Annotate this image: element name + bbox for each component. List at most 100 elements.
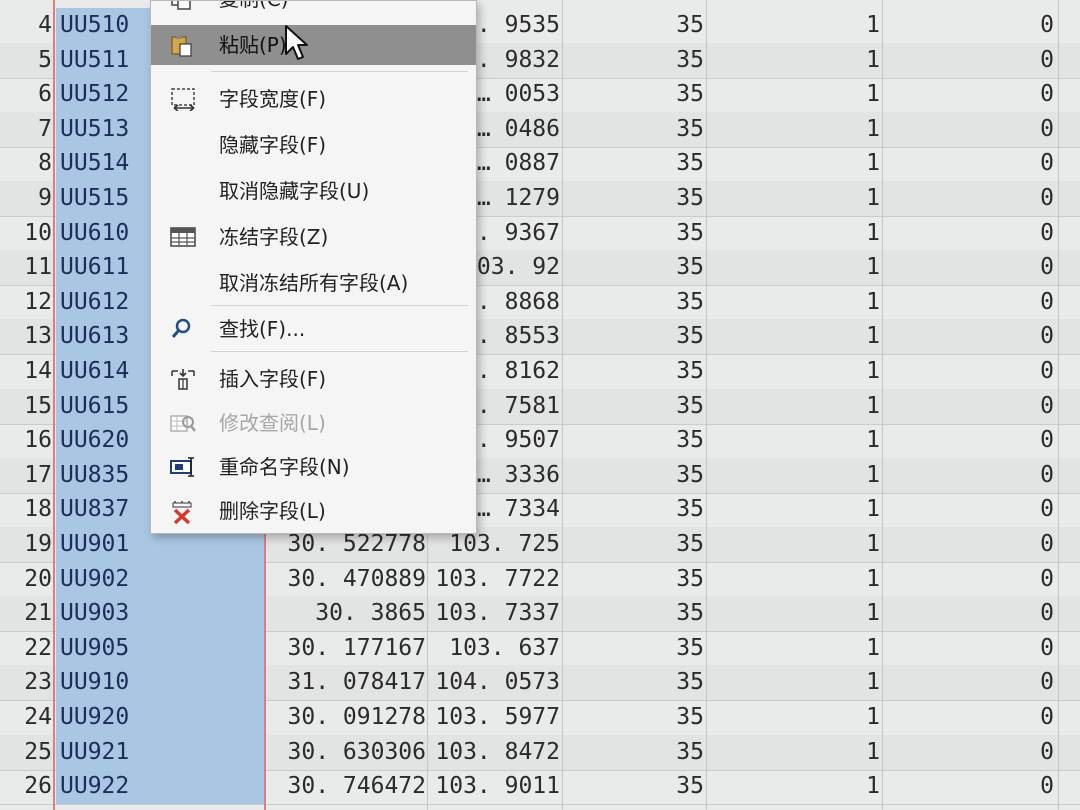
value-cell[interactable]: 0 [884, 492, 1054, 527]
value-cell[interactable]: 35 [564, 769, 704, 804]
station-id-cell[interactable]: UU921 [56, 734, 264, 770]
value-cell[interactable]: 35 [564, 562, 704, 597]
value-cell[interactable]: 1 [708, 562, 880, 597]
table-row[interactable]: 22 UU905 30. 177167 103. 637 35 1 0 [0, 630, 1080, 667]
menu-item-4[interactable]: 隐藏字段(F) [151, 125, 476, 165]
value-cell[interactable]: 1 [708, 596, 880, 631]
value-cell[interactable]: 35 [564, 527, 704, 562]
value-cell[interactable]: 1 [708, 181, 880, 216]
menu-item-7[interactable]: 取消冻结所有字段(A) [151, 263, 476, 303]
value-cell[interactable]: 1 [708, 354, 880, 389]
value-cell[interactable]: 35 [564, 354, 704, 389]
value-cell[interactable]: 1 [708, 8, 880, 43]
value-cell[interactable]: 1 [708, 423, 880, 458]
value-cell[interactable]: 0 [884, 596, 1054, 631]
row-number[interactable]: 6 [0, 77, 52, 112]
value-cell[interactable]: 1 [708, 146, 880, 181]
value-cell[interactable]: 35 [564, 285, 704, 320]
value-cell[interactable]: 35 [564, 43, 704, 78]
value-cell[interactable]: 1 [708, 527, 880, 562]
value-cell[interactable]: 0 [884, 8, 1054, 43]
value-cell[interactable]: 0 [884, 735, 1054, 770]
table-row[interactable]: 24 UU920 30. 091278 103. 5977 35 1 0 [0, 700, 1080, 736]
row-number[interactable]: 19 [0, 527, 52, 562]
row-number[interactable]: 7 [0, 112, 52, 147]
value-cell[interactable]: 35 [564, 492, 704, 527]
station-id-cell[interactable]: UU903 [56, 596, 264, 632]
row-number[interactable]: 10 [0, 216, 52, 251]
value-cell[interactable]: 0 [884, 43, 1054, 78]
value-cell[interactable]: 0 [884, 250, 1054, 285]
value-cell[interactable]: 1 [708, 735, 880, 770]
value-cell[interactable]: 1 [708, 250, 880, 285]
value-cell[interactable]: 0 [884, 354, 1054, 389]
value-cell[interactable]: 1 [708, 769, 880, 804]
value-cell[interactable]: 0 [884, 527, 1054, 562]
value-cell[interactable]: 1 [708, 665, 880, 700]
value-cell[interactable]: 0 [884, 389, 1054, 424]
value-cell[interactable]: 1 [708, 216, 880, 251]
table-row[interactable]: 25 UU921 30. 630306 103. 8472 35 1 0 [0, 734, 1080, 771]
value-cell[interactable]: 1 [708, 700, 880, 735]
longitude-cell[interactable]: 103. 7722 [430, 562, 560, 597]
latitude-cell[interactable]: 30. 746472 [268, 769, 426, 804]
latitude-cell[interactable]: 30. 177167 [268, 631, 426, 666]
row-number[interactable]: 20 [0, 562, 52, 597]
station-id-cell[interactable]: UU902 [56, 561, 264, 597]
value-cell[interactable]: 35 [564, 8, 704, 43]
value-cell[interactable]: 0 [884, 423, 1054, 458]
value-cell[interactable]: 1 [708, 43, 880, 78]
menu-item-1[interactable]: 复制(C) [151, 1, 476, 19]
value-cell[interactable]: 35 [564, 216, 704, 251]
station-id-cell[interactable]: UU920 [56, 700, 264, 735]
longitude-cell[interactable]: 103. 637 [430, 631, 560, 666]
row-number[interactable]: 14 [0, 354, 52, 389]
value-cell[interactable]: 0 [884, 631, 1054, 666]
value-cell[interactable]: 0 [884, 181, 1054, 216]
value-cell[interactable]: 35 [564, 250, 704, 285]
row-number[interactable]: 21 [0, 596, 52, 631]
menu-item-5[interactable]: 取消隐藏字段(U) [151, 171, 476, 211]
value-cell[interactable]: 35 [564, 319, 704, 354]
row-number[interactable]: 12 [0, 285, 52, 320]
value-cell[interactable]: 35 [564, 665, 704, 700]
value-cell[interactable]: 1 [708, 458, 880, 493]
value-cell[interactable]: 35 [564, 735, 704, 770]
row-number[interactable]: 13 [0, 319, 52, 354]
value-cell[interactable]: 35 [564, 146, 704, 181]
value-cell[interactable]: 0 [884, 700, 1054, 735]
table-row[interactable]: 26 UU922 30. 746472 103. 9011 35 1 0 [0, 769, 1080, 806]
table-row[interactable]: 21 UU903 30. 3865 103. 7337 35 1 0 [0, 596, 1080, 633]
value-cell[interactable]: 0 [884, 562, 1054, 597]
table-row[interactable]: 23 UU910 31. 078417 104. 0573 35 1 0 [0, 665, 1080, 702]
value-cell[interactable]: 35 [564, 458, 704, 493]
row-number[interactable]: 17 [0, 458, 52, 493]
latitude-cell[interactable]: 31. 078417 [268, 665, 426, 700]
row-number[interactable]: 15 [0, 389, 52, 424]
value-cell[interactable]: 1 [708, 77, 880, 112]
longitude-cell[interactable]: 103. 7337 [430, 596, 560, 631]
value-cell[interactable]: 35 [564, 700, 704, 735]
menu-item-11[interactable]: 重命名字段(N) [151, 447, 476, 487]
value-cell[interactable]: 0 [884, 319, 1054, 354]
value-cell[interactable]: 35 [564, 77, 704, 112]
row-number[interactable]: 18 [0, 492, 52, 527]
value-cell[interactable]: 1 [708, 285, 880, 320]
table-row[interactable]: 20 UU902 30. 470889 103. 7722 35 1 0 [0, 561, 1080, 598]
value-cell[interactable]: 0 [884, 77, 1054, 112]
latitude-cell[interactable]: 30. 630306 [268, 735, 426, 770]
row-number[interactable]: 24 [0, 700, 52, 735]
value-cell[interactable]: 0 [884, 769, 1054, 804]
value-cell[interactable]: 0 [884, 665, 1054, 700]
row-number[interactable]: 5 [0, 43, 52, 78]
value-cell[interactable]: 35 [564, 389, 704, 424]
station-id-cell[interactable]: UU905 [56, 630, 264, 666]
longitude-cell[interactable]: 103. 5977 [430, 700, 560, 735]
row-number[interactable]: 25 [0, 735, 52, 770]
longitude-cell[interactable]: 103. 9011 [430, 769, 560, 804]
row-number[interactable]: 8 [0, 146, 52, 181]
value-cell[interactable]: 35 [564, 112, 704, 147]
latitude-cell[interactable]: 30. 470889 [268, 562, 426, 597]
value-cell[interactable]: 1 [708, 112, 880, 147]
value-cell[interactable]: 0 [884, 112, 1054, 147]
